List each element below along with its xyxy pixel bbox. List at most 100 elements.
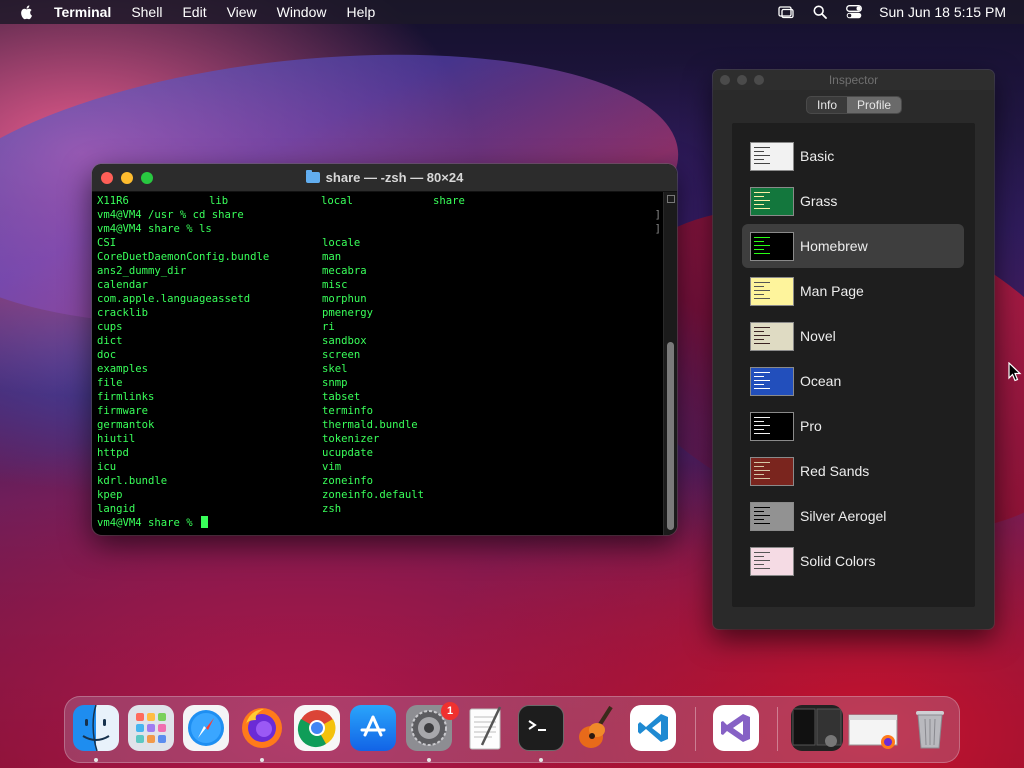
preview-text-line xyxy=(754,342,770,344)
profile-item-homebrew[interactable]: Homebrew xyxy=(742,224,964,268)
ls-listing: CSI locale CoreDuetDaemonConfig.bundle man a… xyxy=(97,236,677,516)
listing-entry: screen xyxy=(322,349,361,361)
menu-edit[interactable]: Edit xyxy=(182,0,206,24)
terminal-line: file snmp xyxy=(97,376,677,390)
profile-list: Basic Grass Homebrew Man Page Novel Ocean Pro R… xyxy=(732,123,975,607)
listing-entry: lib xyxy=(209,195,229,207)
inspector-titlebar[interactable]: Inspector xyxy=(713,70,994,90)
preview-text-line xyxy=(754,477,770,479)
profile-item-basic[interactable]: Basic xyxy=(742,134,964,178)
terminal-line: vm4@VM4 /usr % cd share xyxy=(97,208,677,222)
profile-item-ocean[interactable]: Ocean xyxy=(742,359,964,403)
running-indicator-dot xyxy=(539,758,543,762)
dock: 1 xyxy=(64,696,960,763)
app-store-icon[interactable] xyxy=(350,705,396,751)
profile-item-novel[interactable]: Novel xyxy=(742,314,964,358)
profile-item-red-sands[interactable]: Red Sands xyxy=(742,449,964,493)
visual-studio-icon[interactable] xyxy=(713,705,759,751)
profile-item-pro[interactable]: Pro xyxy=(742,404,964,448)
menu-app-terminal[interactable]: Terminal xyxy=(54,0,111,24)
terminal-icon[interactable] xyxy=(518,705,564,751)
close-button[interactable] xyxy=(101,172,113,184)
menu-window[interactable]: Window xyxy=(277,0,327,24)
listing-entry: vim xyxy=(322,461,342,473)
profile-preview-thumbnail xyxy=(750,546,794,576)
preview-text-line xyxy=(754,199,770,201)
listing-entry: tabset xyxy=(322,391,361,403)
zoom-button[interactable] xyxy=(141,172,153,184)
menu-help[interactable]: Help xyxy=(346,0,375,24)
profile-name: Man Page xyxy=(800,283,864,299)
preview-text-line xyxy=(754,383,764,385)
terminal-scrollbar[interactable] xyxy=(663,192,677,535)
menu-bar-clock[interactable]: Sun Jun 18 5:15 PM xyxy=(879,4,1006,20)
minimize-button[interactable] xyxy=(121,172,133,184)
screen-mirroring-icon[interactable] xyxy=(777,4,795,20)
launchpad-icon[interactable] xyxy=(128,705,174,751)
spotlight-search-icon[interactable] xyxy=(811,4,829,20)
listing-entry: local xyxy=(321,195,353,207)
terminal-window[interactable]: share — -zsh — 80×24 X11R6 lib local share … xyxy=(92,164,677,535)
profile-item-man-page[interactable]: Man Page xyxy=(742,269,964,313)
preview-text-line xyxy=(754,555,764,557)
preview-text-line xyxy=(754,252,770,254)
preview-text-line xyxy=(754,248,764,250)
terminal-title-text: share — -zsh — 80×24 xyxy=(325,170,464,185)
profile-preview-thumbnail xyxy=(750,366,794,396)
preview-text-line xyxy=(754,338,764,340)
profile-name: Grass xyxy=(800,193,838,209)
textedit-icon[interactable] xyxy=(462,705,508,751)
minimized-window-thumbnail[interactable] xyxy=(791,705,843,751)
preview-text-line xyxy=(754,432,770,434)
garageband-icon[interactable] xyxy=(574,705,620,751)
listing-entry: hiutil xyxy=(97,433,136,445)
terminal-line: calendar misc xyxy=(97,278,677,292)
menu-shell[interactable]: Shell xyxy=(131,0,162,24)
preview-text-line xyxy=(754,424,770,426)
preview-text-line xyxy=(754,203,764,205)
menu-view[interactable]: View xyxy=(227,0,257,24)
control-center-icon[interactable] xyxy=(845,4,863,20)
tab-info[interactable]: Info xyxy=(807,97,847,113)
terminal-output[interactable]: X11R6 lib local share vm4@VM4 /usr % cd sha… xyxy=(92,192,677,535)
dock-separator xyxy=(777,707,778,751)
text-cursor xyxy=(201,516,209,528)
listing-entry: com.apple.languageassetd xyxy=(97,293,251,305)
apple-menu-icon[interactable] xyxy=(19,4,35,20)
terminal-line: langid zsh xyxy=(97,502,677,516)
inspector-window[interactable]: Inspector Info Profile Basic Grass Homebre… xyxy=(713,70,994,629)
profile-name: Red Sands xyxy=(800,463,870,479)
vscode-icon[interactable] xyxy=(630,705,676,751)
preview-text-line xyxy=(754,150,764,152)
firefox-icon[interactable] xyxy=(239,705,285,751)
minimized-window-thumbnail[interactable] xyxy=(847,705,901,751)
listing-entry: httpd xyxy=(97,447,129,459)
terminal-titlebar[interactable]: share — -zsh — 80×24 xyxy=(92,164,677,192)
listing-entry: zoneinfo xyxy=(322,475,374,487)
listing-entry: kpep xyxy=(97,489,123,501)
minimize-button[interactable] xyxy=(737,75,747,85)
profile-name: Basic xyxy=(800,148,835,164)
profile-item-grass[interactable]: Grass xyxy=(742,179,964,223)
chrome-icon[interactable] xyxy=(294,705,340,751)
close-button[interactable] xyxy=(720,75,730,85)
notification-badge: 1 xyxy=(441,702,459,720)
profile-preview-thumbnail xyxy=(750,231,794,261)
listing-entry: morphun xyxy=(322,293,367,305)
mark-bracket: ] xyxy=(654,209,661,221)
safari-icon[interactable] xyxy=(183,705,229,751)
preview-text-line xyxy=(754,285,764,287)
preview-text-line xyxy=(754,236,770,238)
zoom-button[interactable] xyxy=(754,75,764,85)
profile-name: Novel xyxy=(800,328,836,344)
trash-icon[interactable] xyxy=(907,705,953,751)
finder-icon[interactable] xyxy=(73,705,119,751)
current-prompt: vm4@VM4 share % xyxy=(97,517,200,529)
terminal-line: doc screen xyxy=(97,348,677,362)
running-indicator-dot xyxy=(427,758,431,762)
profile-item-solid-colors[interactable]: Solid Colors xyxy=(742,539,964,583)
scrollbar-thumb[interactable] xyxy=(667,342,674,530)
terminal-title: share — -zsh — 80×24 xyxy=(305,170,464,185)
profile-item-silver-aerogel[interactable]: Silver Aerogel xyxy=(742,494,964,538)
tab-profile[interactable]: Profile xyxy=(847,97,902,113)
